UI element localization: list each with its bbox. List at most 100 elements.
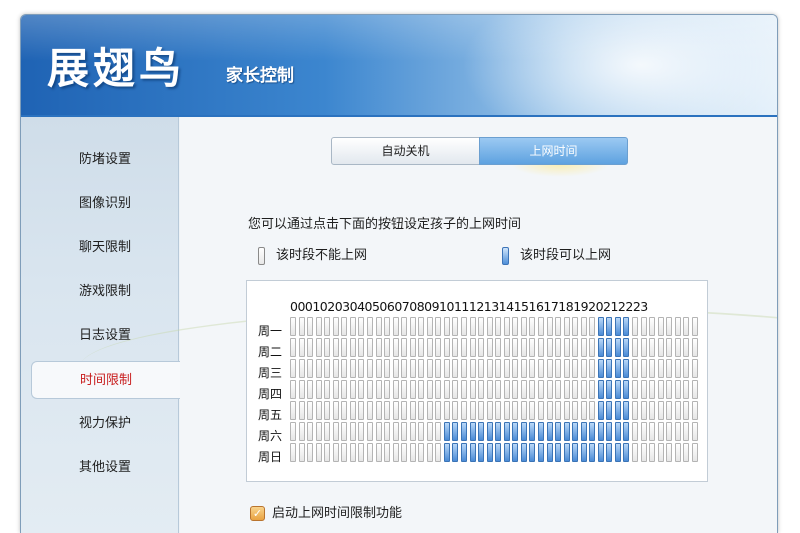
time-slot-blocked[interactable] (366, 443, 373, 462)
time-slot-blocked[interactable] (349, 401, 356, 420)
time-slot-blocked[interactable] (392, 443, 399, 462)
time-slot-allowed[interactable] (597, 338, 604, 357)
time-slot-allowed[interactable] (495, 443, 502, 462)
time-slot-blocked[interactable] (691, 443, 698, 462)
time-slot-allowed[interactable] (614, 380, 621, 399)
time-slot-blocked[interactable] (674, 359, 681, 378)
time-slot-blocked[interactable] (580, 401, 587, 420)
time-slot-allowed[interactable] (563, 422, 570, 441)
time-slot-blocked[interactable] (358, 422, 365, 441)
time-slot-blocked[interactable] (546, 401, 553, 420)
time-slot-blocked[interactable] (640, 338, 647, 357)
time-slot-allowed[interactable] (555, 443, 562, 462)
time-slot-allowed[interactable] (452, 422, 459, 441)
time-slot-blocked[interactable] (435, 422, 442, 441)
time-slot-blocked[interactable] (537, 317, 544, 336)
time-slot-blocked[interactable] (649, 401, 656, 420)
time-slot-blocked[interactable] (503, 359, 510, 378)
time-slot-blocked[interactable] (666, 359, 673, 378)
time-slot-blocked[interactable] (307, 338, 314, 357)
time-slot-blocked[interactable] (529, 401, 536, 420)
time-slot-blocked[interactable] (418, 380, 425, 399)
time-slot-blocked[interactable] (452, 338, 459, 357)
time-slot-blocked[interactable] (349, 359, 356, 378)
time-slot-blocked[interactable] (443, 338, 450, 357)
time-slot-allowed[interactable] (537, 422, 544, 441)
time-slot-blocked[interactable] (290, 359, 296, 378)
time-slot-allowed[interactable] (614, 359, 621, 378)
time-slot-blocked[interactable] (572, 380, 579, 399)
time-slot-blocked[interactable] (657, 359, 664, 378)
time-slot-blocked[interactable] (324, 422, 331, 441)
time-slot-blocked[interactable] (649, 338, 656, 357)
time-slot-blocked[interactable] (683, 422, 690, 441)
time-slot-blocked[interactable] (392, 338, 399, 357)
time-slot-blocked[interactable] (349, 422, 356, 441)
time-slot-blocked[interactable] (683, 317, 690, 336)
time-slot-blocked[interactable] (503, 317, 510, 336)
time-slot-blocked[interactable] (392, 422, 399, 441)
time-slot-blocked[interactable] (555, 338, 562, 357)
time-slot-blocked[interactable] (666, 401, 673, 420)
time-slot-allowed[interactable] (486, 422, 493, 441)
time-slot-allowed[interactable] (520, 443, 527, 462)
time-slot-blocked[interactable] (409, 443, 416, 462)
time-slot-blocked[interactable] (572, 317, 579, 336)
time-slot-blocked[interactable] (307, 380, 314, 399)
time-slot-blocked[interactable] (324, 338, 331, 357)
time-slot-blocked[interactable] (683, 338, 690, 357)
time-slot-blocked[interactable] (435, 443, 442, 462)
time-slot-blocked[interactable] (409, 359, 416, 378)
time-slot-blocked[interactable] (486, 338, 493, 357)
time-slot-allowed[interactable] (546, 443, 553, 462)
time-slot-blocked[interactable] (375, 401, 382, 420)
time-slot-blocked[interactable] (478, 338, 485, 357)
time-slot-blocked[interactable] (392, 401, 399, 420)
time-slot-blocked[interactable] (384, 317, 391, 336)
time-slot-allowed[interactable] (495, 422, 502, 441)
time-slot-allowed[interactable] (512, 422, 519, 441)
time-slot-blocked[interactable] (443, 359, 450, 378)
time-slot-blocked[interactable] (512, 359, 519, 378)
time-slot-allowed[interactable] (623, 443, 630, 462)
time-slot-blocked[interactable] (572, 401, 579, 420)
time-slot-blocked[interactable] (529, 359, 536, 378)
time-slot-allowed[interactable] (614, 401, 621, 420)
time-slot-blocked[interactable] (435, 359, 442, 378)
time-slot-blocked[interactable] (674, 422, 681, 441)
time-slot-blocked[interactable] (341, 380, 348, 399)
time-slot-blocked[interactable] (366, 422, 373, 441)
time-slot-blocked[interactable] (315, 359, 322, 378)
time-slot-blocked[interactable] (307, 359, 314, 378)
time-slot-blocked[interactable] (324, 401, 331, 420)
time-slot-blocked[interactable] (409, 401, 416, 420)
time-slot-blocked[interactable] (443, 401, 450, 420)
time-slot-allowed[interactable] (529, 422, 536, 441)
time-slot-blocked[interactable] (486, 317, 493, 336)
time-slot-allowed[interactable] (478, 422, 485, 441)
time-slot-blocked[interactable] (649, 380, 656, 399)
time-slot-allowed[interactable] (606, 317, 613, 336)
time-slot-allowed[interactable] (520, 422, 527, 441)
time-slot-blocked[interactable] (435, 338, 442, 357)
time-slot-blocked[interactable] (563, 317, 570, 336)
time-slot-allowed[interactable] (614, 338, 621, 357)
time-slot-blocked[interactable] (580, 359, 587, 378)
time-slot-blocked[interactable] (290, 380, 296, 399)
time-slot-allowed[interactable] (623, 359, 630, 378)
time-slot-allowed[interactable] (503, 422, 510, 441)
time-slot-blocked[interactable] (366, 317, 373, 336)
time-slot-blocked[interactable] (358, 380, 365, 399)
time-slot-allowed[interactable] (563, 443, 570, 462)
time-slot-blocked[interactable] (435, 317, 442, 336)
time-slot-blocked[interactable] (666, 338, 673, 357)
time-slot-blocked[interactable] (632, 380, 638, 399)
time-slot-blocked[interactable] (537, 380, 544, 399)
time-slot-blocked[interactable] (315, 380, 322, 399)
time-slot-blocked[interactable] (495, 338, 502, 357)
time-slot-blocked[interactable] (691, 401, 698, 420)
time-slot-blocked[interactable] (452, 380, 459, 399)
time-slot-blocked[interactable] (341, 359, 348, 378)
time-slot-blocked[interactable] (418, 317, 425, 336)
time-slot-blocked[interactable] (589, 380, 596, 399)
